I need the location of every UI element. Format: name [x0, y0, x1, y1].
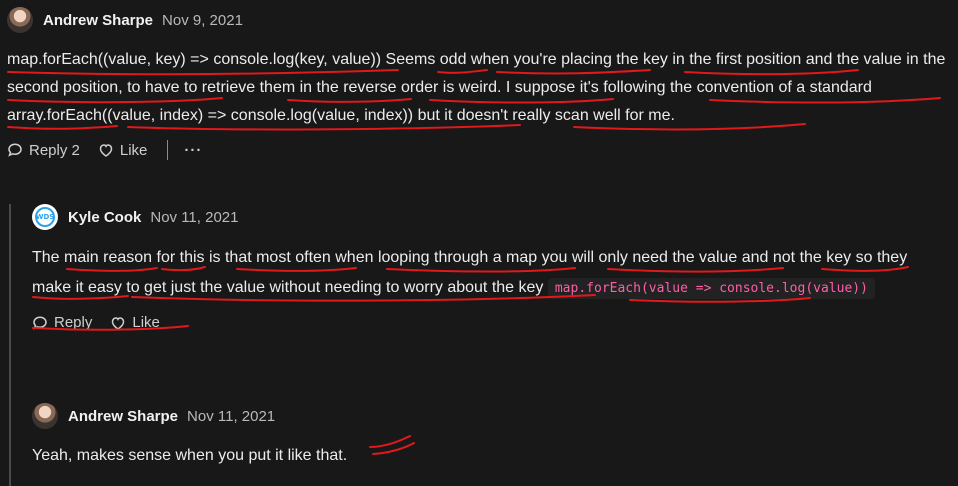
- like-button[interactable]: Like: [110, 314, 160, 331]
- reply-label: Reply: [54, 314, 93, 331]
- avatar[interactable]: [32, 403, 58, 429]
- speech-bubble-icon: [33, 315, 47, 330]
- comment-header: WDS Kyle Cook Nov 11, 2021: [32, 203, 942, 231]
- comment-date: Nov 9, 2021: [162, 11, 243, 29]
- author-name[interactable]: Kyle Cook: [68, 209, 141, 226]
- comment-1: Andrew Sharpe Nov 9, 2021 map.forEach((v…: [7, 6, 947, 160]
- comment-3: Andrew Sharpe Nov 11, 2021 Yeah, makes s…: [32, 402, 932, 470]
- wds-logo-icon: WDS: [35, 207, 55, 227]
- comment-body: map.forEach((value, key) => console.log(…: [7, 51, 946, 124]
- more-dots-icon[interactable]: ···: [184, 142, 202, 159]
- comment-body: Yeah, makes sense when you put it like t…: [32, 447, 348, 464]
- heart-icon: [99, 144, 113, 157]
- reply-button[interactable]: Reply: [32, 314, 92, 331]
- avatar[interactable]: [7, 7, 33, 33]
- comment-actions: Reply 2 Like ···: [7, 140, 947, 160]
- comment-header: Andrew Sharpe Nov 9, 2021: [7, 6, 947, 34]
- author-name[interactable]: Andrew Sharpe: [43, 12, 153, 29]
- speech-bubble-icon: [8, 143, 22, 157]
- author-name[interactable]: Andrew Sharpe: [68, 408, 178, 425]
- comment-actions: Reply Like: [32, 314, 942, 331]
- avatar[interactable]: WDS: [32, 204, 58, 230]
- like-button[interactable]: Like: [98, 141, 148, 159]
- comment-date: Nov 11, 2021: [150, 208, 239, 226]
- like-label: Like: [119, 141, 148, 159]
- reply-button[interactable]: Reply 2: [7, 142, 80, 159]
- divider: [167, 140, 169, 160]
- comment-body: The main reason for this is that most of…: [32, 243, 942, 304]
- comment-header: Andrew Sharpe Nov 11, 2021: [32, 402, 932, 430]
- inline-code: map.forEach(value => console.log(value)): [547, 278, 875, 299]
- comment-2: WDS Kyle Cook Nov 11, 2021 The main reas…: [32, 203, 942, 331]
- like-label: Like: [132, 314, 160, 331]
- thread-line: [9, 204, 11, 486]
- heart-icon: [112, 316, 125, 330]
- reply-label: Reply 2: [29, 141, 80, 159]
- comment-date: Nov 11, 2021: [187, 407, 276, 425]
